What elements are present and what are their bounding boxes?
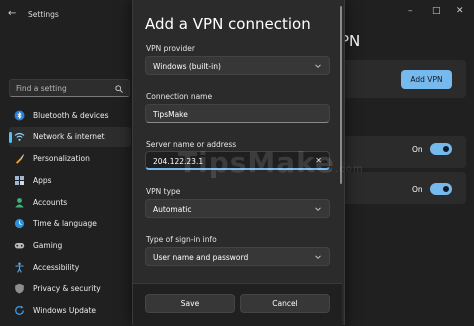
add-vpn-button[interactable]: Add VPN bbox=[401, 70, 452, 89]
apps-icon bbox=[15, 176, 24, 185]
server-address-input[interactable]: 204.122.23.1 ✕ bbox=[145, 151, 330, 170]
sidebar-item-label: Windows Update bbox=[33, 306, 97, 315]
signin-type-value: User name and password bbox=[153, 253, 249, 262]
sidebar-item-gaming[interactable]: Gaming bbox=[9, 236, 131, 256]
connection-name-input[interactable]: TipsMake bbox=[145, 104, 330, 123]
cancel-button[interactable]: Cancel bbox=[240, 294, 330, 313]
chevron-down-icon bbox=[315, 255, 321, 259]
vpn-provider-dropdown[interactable]: Windows (built-in) bbox=[145, 56, 330, 75]
sidebar-item-personalization[interactable]: Personalization bbox=[9, 149, 131, 169]
sidebar-item-time-language[interactable]: Time & language bbox=[9, 214, 131, 234]
sidebar-item-label: Accounts bbox=[33, 198, 68, 207]
person-icon bbox=[15, 198, 24, 208]
sidebar-item-accounts[interactable]: Accounts bbox=[9, 193, 131, 213]
globe-clock-icon bbox=[14, 218, 25, 229]
sidebar-item-windows-update[interactable]: Windows Update bbox=[9, 301, 131, 321]
toggle-knob bbox=[443, 146, 449, 152]
connection-name-value: TipsMake bbox=[153, 110, 188, 119]
signin-type-dropdown[interactable]: User name and password bbox=[145, 247, 330, 266]
gamepad-icon bbox=[14, 243, 25, 249]
chevron-down-icon bbox=[315, 207, 321, 211]
sidebar-item-accessibility[interactable]: Accessibility bbox=[9, 258, 131, 278]
search-input[interactable] bbox=[10, 80, 129, 96]
clear-icon[interactable]: ✕ bbox=[315, 156, 322, 165]
shield-icon bbox=[15, 283, 24, 294]
dialog-footer: Save Cancel bbox=[133, 283, 342, 326]
search-box[interactable] bbox=[9, 79, 130, 97]
signin-type-label: Type of sign-in info bbox=[146, 235, 217, 244]
selection-indicator bbox=[9, 132, 12, 143]
save-button[interactable]: Save bbox=[145, 294, 235, 313]
vpn-type-dropdown[interactable]: Automatic bbox=[145, 199, 330, 218]
close-icon[interactable]: ✕ bbox=[456, 6, 464, 16]
sidebar-item-label: Accessibility bbox=[33, 263, 80, 272]
sidebar-item-apps[interactable]: Apps bbox=[9, 171, 131, 191]
sidebar-item-network[interactable]: Network & internet bbox=[9, 127, 131, 147]
connection-name-label: Connection name bbox=[146, 92, 213, 101]
sidebar-item-label: Network & internet bbox=[33, 132, 105, 141]
maximize-icon[interactable]: □ bbox=[432, 6, 441, 16]
sidebar-item-label: Time & language bbox=[33, 219, 97, 228]
sidebar-item-label: Bluetooth & devices bbox=[33, 111, 109, 120]
back-arrow-icon[interactable]: ← bbox=[8, 8, 16, 19]
vpn-provider-value: Windows (built-in) bbox=[153, 62, 221, 71]
server-address-label: Server name or address bbox=[146, 140, 237, 149]
account-area[interactable] bbox=[8, 36, 128, 68]
update-icon bbox=[15, 305, 24, 315]
vpn-type-label: VPN type bbox=[146, 187, 181, 196]
add-vpn-dialog: Add a VPN connection VPN provider Window… bbox=[132, 0, 345, 325]
sidebar-item-label: Privacy & security bbox=[33, 284, 101, 293]
sidebar-item-label: Apps bbox=[33, 176, 52, 185]
brush-icon bbox=[16, 154, 24, 164]
chevron-down-icon bbox=[315, 64, 321, 68]
vpn-toggle-2[interactable] bbox=[430, 183, 452, 195]
search-icon bbox=[115, 85, 123, 93]
toggle-knob bbox=[443, 186, 449, 192]
sidebar-item-privacy-security[interactable]: Privacy & security bbox=[9, 279, 131, 299]
dialog-title: Add a VPN connection bbox=[145, 15, 311, 33]
vpn-toggle-1[interactable] bbox=[430, 143, 452, 155]
sidebar-item-label: Gaming bbox=[33, 241, 63, 250]
bluetooth-icon bbox=[14, 110, 25, 121]
server-address-value: 204.122.23.1 bbox=[153, 157, 204, 166]
toggle-state-label: On bbox=[412, 145, 423, 154]
minimize-icon[interactable]: – bbox=[408, 6, 413, 16]
sidebar-item-bluetooth[interactable]: Bluetooth & devices bbox=[9, 106, 131, 126]
wifi-icon bbox=[14, 132, 25, 141]
vpn-provider-label: VPN provider bbox=[146, 44, 195, 53]
window-title: Settings bbox=[28, 10, 59, 19]
vpn-type-value: Automatic bbox=[153, 205, 192, 214]
dialog-scrollbar[interactable] bbox=[340, 6, 342, 184]
accessibility-icon bbox=[15, 262, 24, 273]
toggle-state-label: On bbox=[412, 185, 423, 194]
sidebar-item-label: Personalization bbox=[33, 154, 90, 163]
